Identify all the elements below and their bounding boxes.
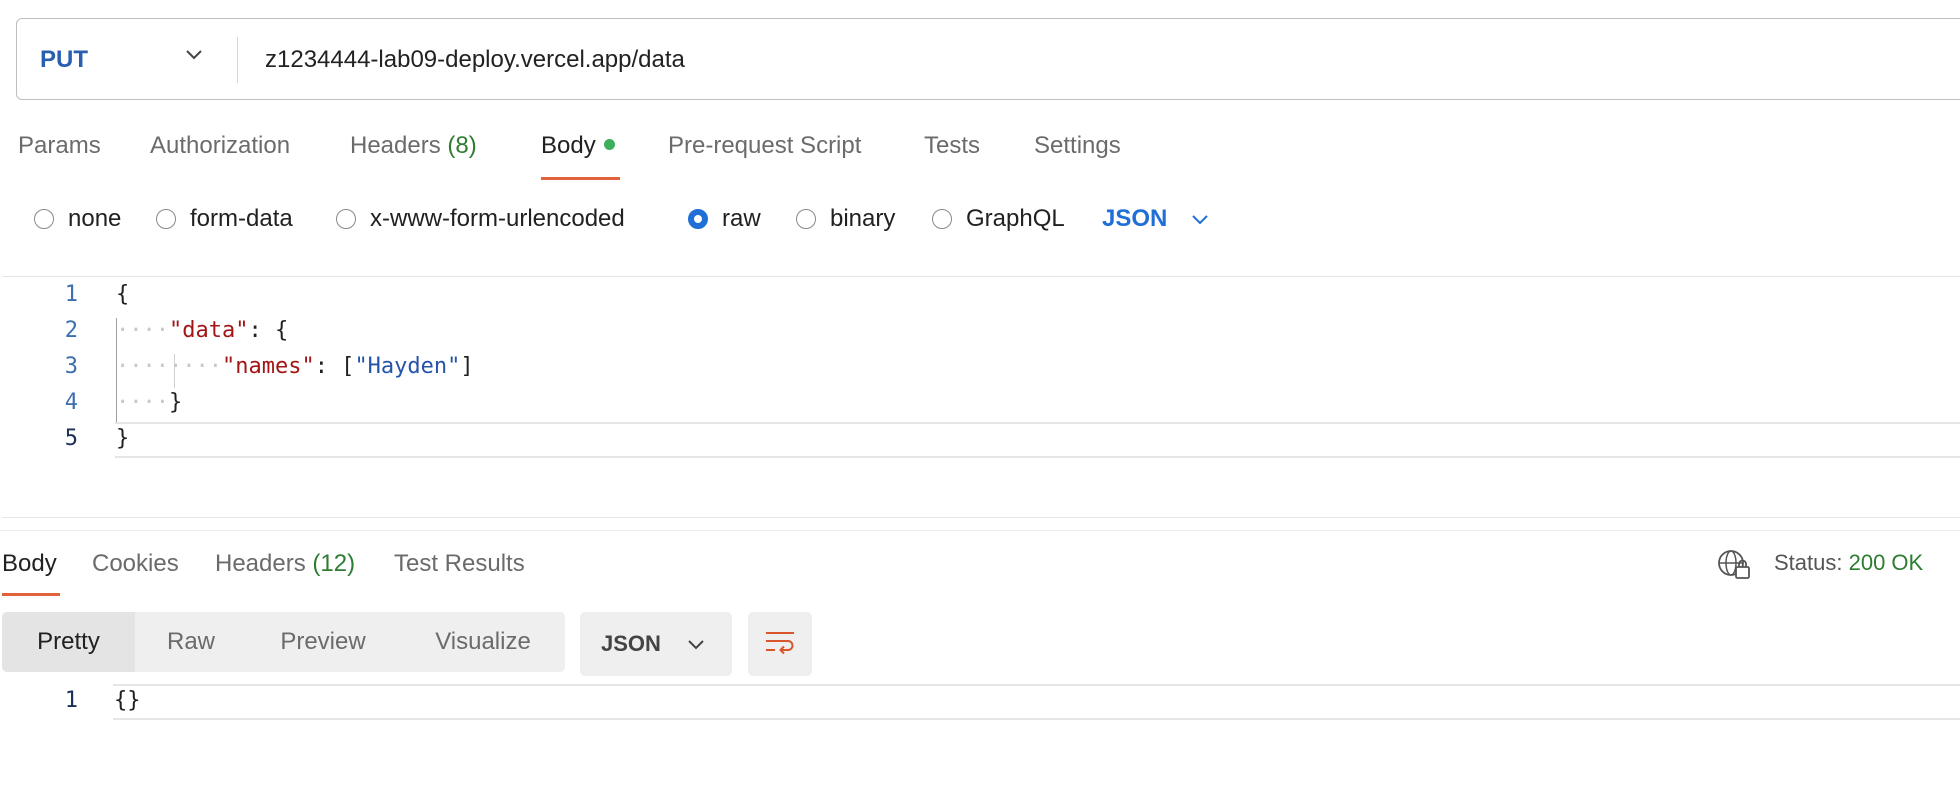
view-mode-preview[interactable]: Preview — [260, 612, 386, 672]
view-mode-visualize[interactable]: Visualize — [418, 612, 548, 672]
tab-authorization[interactable]: Authorization — [150, 132, 290, 160]
code-line: ········"names": ["Hayden"] — [116, 354, 474, 379]
radio-binary[interactable]: binary — [796, 205, 895, 233]
json-string: "Hayden" — [354, 354, 461, 379]
radio-x-www-form-urlencoded[interactable]: x-www-form-urlencoded — [336, 205, 625, 233]
globe-lock-icon[interactable] — [1716, 547, 1752, 588]
radio-circle[interactable] — [336, 209, 356, 229]
tab-pre-request-script[interactable]: Pre-request Script — [668, 132, 861, 160]
line-number: 2 — [64, 318, 78, 343]
radio-circle[interactable] — [34, 209, 54, 229]
active-line-highlight — [115, 422, 1960, 458]
radio-form-data-label: form-data — [190, 205, 293, 232]
radio-circle[interactable] — [156, 209, 176, 229]
active-tab-underline — [541, 177, 620, 180]
radio-none-label: none — [68, 205, 122, 232]
body-modified-dot — [603, 139, 615, 151]
json-key: "names" — [221, 354, 315, 379]
code-token: : [ — [314, 354, 355, 379]
radio-binary-label: binary — [830, 205, 896, 232]
code-token: } — [116, 426, 130, 451]
wrap-lines-icon — [764, 628, 796, 661]
tab-params[interactable]: Params — [18, 132, 101, 160]
code-token: : { — [248, 318, 289, 343]
radio-circle[interactable] — [932, 209, 952, 229]
radio-graphql-label: GraphQL — [966, 205, 1065, 232]
response-format-label: JSON — [601, 631, 661, 656]
code-line: ····} — [116, 390, 183, 415]
radio-graphql[interactable]: GraphQL — [932, 205, 1065, 233]
response-body-text: {} — [114, 688, 141, 713]
radio-raw-label: raw — [722, 205, 761, 232]
response-tab-headers-count: (12) — [312, 550, 356, 577]
radio-circle[interactable] — [796, 209, 816, 229]
code-line: { — [116, 282, 129, 307]
raw-language-select[interactable]: JSON — [1102, 205, 1211, 233]
code-token: } — [168, 390, 183, 415]
response-tab-body[interactable]: Body — [2, 550, 57, 578]
view-mode-raw[interactable]: Raw — [146, 612, 236, 672]
line-number: 3 — [64, 354, 78, 379]
raw-language-label: JSON — [1102, 205, 1168, 232]
response-line-highlight — [113, 684, 1960, 720]
radio-none[interactable]: none — [34, 205, 121, 233]
tab-headers-label: Headers — [350, 132, 441, 159]
radio-circle-selected[interactable] — [688, 209, 708, 229]
response-format-select[interactable]: JSON — [580, 612, 732, 676]
radio-form-data[interactable]: form-data — [156, 205, 293, 233]
view-mode-pretty[interactable]: Pretty — [2, 612, 135, 672]
response-status: Status: 200 OK — [1774, 550, 1923, 576]
line-number: 5 — [64, 426, 78, 451]
tab-body[interactable]: Body — [541, 132, 615, 160]
chevron-down-icon — [685, 633, 707, 655]
tab-tests[interactable]: Tests — [924, 132, 980, 160]
response-tab-headers[interactable]: Headers (12) — [215, 550, 355, 578]
line-number: 1 — [64, 282, 78, 307]
response-tab-test-results[interactable]: Test Results — [394, 550, 525, 578]
method-select[interactable]: PUT — [40, 46, 88, 74]
tab-body-label: Body — [541, 132, 596, 159]
active-response-tab-underline — [2, 593, 60, 596]
chevron-down-icon — [1189, 208, 1211, 230]
json-key: "data" — [168, 318, 249, 343]
url-input[interactable]: z1234444-lab09-deploy.vercel.app/data — [265, 46, 685, 74]
section-divider — [0, 530, 1960, 531]
status-value: 200 OK — [1848, 550, 1924, 575]
code-line: } — [116, 426, 129, 451]
code-token: { — [116, 282, 130, 307]
response-tab-cookies[interactable]: Cookies — [92, 550, 179, 578]
tab-settings[interactable]: Settings — [1034, 132, 1121, 160]
chevron-down-icon[interactable] — [183, 43, 205, 70]
wrap-lines-button[interactable] — [748, 612, 812, 676]
response-line-number: 1 — [64, 688, 78, 713]
url-divider — [237, 37, 238, 83]
tab-headers-count: (8) — [447, 132, 477, 159]
code-token: ] — [460, 354, 474, 379]
line-number: 4 — [64, 390, 78, 415]
code-line: ····"data": { — [116, 318, 289, 343]
radio-raw[interactable]: raw — [688, 205, 761, 233]
response-tab-headers-label: Headers — [215, 550, 306, 577]
tab-headers[interactable]: Headers (8) — [350, 132, 477, 160]
radio-urlencoded-label: x-www-form-urlencoded — [370, 205, 625, 232]
url-bar: PUT z1234444-lab09-deploy.vercel.app/dat… — [16, 18, 1960, 100]
request-body-editor[interactable] — [2, 276, 1960, 518]
status-label: Status: — [1774, 550, 1843, 575]
